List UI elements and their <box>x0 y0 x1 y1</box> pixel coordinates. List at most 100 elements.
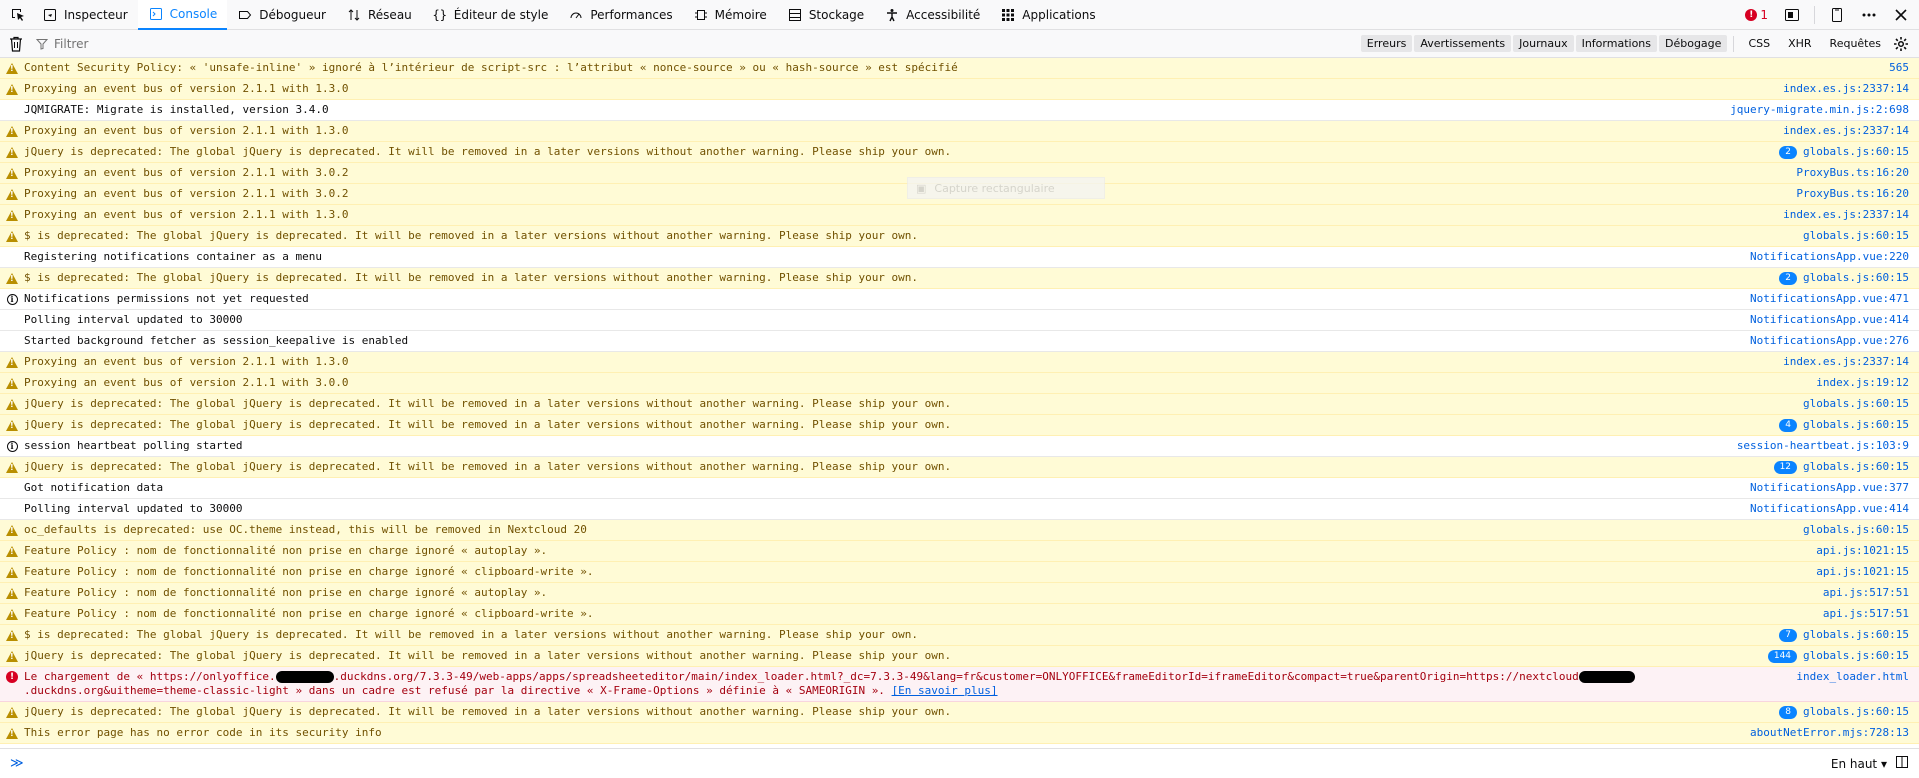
message-source-link[interactable]: index.es.js:2337:14 <box>1783 205 1909 225</box>
message-source-link[interactable]: NotificationsApp.vue:276 <box>1750 331 1909 351</box>
message-source-link[interactable]: globals.js:60:15 <box>1803 226 1909 246</box>
warning-icon <box>6 650 18 662</box>
tab-storage[interactable]: Stockage <box>777 0 874 30</box>
tab-debugger[interactable]: Débogueur <box>227 0 336 30</box>
warning-icon <box>6 188 18 200</box>
clear-console-icon[interactable] <box>4 32 28 56</box>
learn-more-link[interactable]: [En savoir plus] <box>892 684 998 697</box>
message-source-link[interactable]: ProxyBus.ts:16:20 <box>1796 184 1909 204</box>
message-source-link[interactable]: index_loader.html <box>1796 670 1909 684</box>
tab-inspector[interactable]: Inspecteur <box>32 0 138 30</box>
warning-icon <box>6 545 18 557</box>
tab-label: Console <box>169 6 218 21</box>
tab-performance[interactable]: Performances <box>558 0 682 30</box>
message-source-link[interactable]: globals.js:60:15 <box>1803 394 1909 414</box>
message-source-link[interactable]: NotificationsApp.vue:471 <box>1750 289 1909 309</box>
message-text: $ is deprecated: The global jQuery is de… <box>24 271 919 284</box>
split-console-icon[interactable] <box>1895 755 1909 772</box>
tab-label: Applications <box>1022 7 1096 22</box>
tab-style-editor[interactable]: {} Éditeur de style <box>422 0 559 30</box>
console-message: Proxying an event bus of version 2.1.1 w… <box>0 352 1919 373</box>
console-message: Proxying an event bus of version 2.1.1 w… <box>0 205 1919 226</box>
tab-applications[interactable]: Applications <box>990 0 1105 30</box>
repeat-count-badge: 7 <box>1779 628 1798 642</box>
message-text: jQuery is deprecated: The global jQuery … <box>24 705 952 718</box>
more-options-icon[interactable] <box>1855 1 1883 29</box>
tab-label: Éditeur de style <box>453 7 549 22</box>
message-source-link[interactable]: globals.js:60:15 <box>1803 415 1909 435</box>
message-source-link[interactable]: session-heartbeat.js:103:9 <box>1737 436 1909 456</box>
error-icon: ! <box>6 671 18 683</box>
console-message: Feature Policy : nom de fonctionnalité n… <box>0 562 1919 583</box>
message-source-link[interactable]: globals.js:60:15 <box>1803 268 1909 288</box>
message-text: Proxying an event bus of version 2.1.1 w… <box>24 166 349 179</box>
filter-toggle[interactable]: Requêtes <box>1824 35 1887 52</box>
warning-icon <box>6 62 18 74</box>
filter-button[interactable]: Informations <box>1575 35 1657 52</box>
warning-icon <box>6 461 18 473</box>
console-message: Registering notifications container as a… <box>0 247 1919 268</box>
message-source-link[interactable]: globals.js:60:15 <box>1803 142 1909 162</box>
tab-memory[interactable]: Mémoire <box>683 0 777 30</box>
tab-network[interactable]: Réseau <box>336 0 422 30</box>
console-message: Content Security Policy: « 'unsafe-inlin… <box>0 58 1919 79</box>
warning-icon <box>6 727 18 739</box>
repeat-count-badge: 8 <box>1779 705 1798 719</box>
warning-icon <box>6 524 18 536</box>
console-message: JQMIGRATE: Migrate is installed, version… <box>0 100 1919 121</box>
tab-accessibility[interactable]: Accessibilité <box>874 0 990 30</box>
message-source-link[interactable]: NotificationsApp.vue:414 <box>1750 499 1909 519</box>
console-icon <box>148 6 164 22</box>
settings-gear-icon[interactable] <box>1887 30 1915 58</box>
message-text: Feature Policy : nom de fonctionnalité n… <box>24 586 548 599</box>
tab-console[interactable]: Console <box>137 0 228 30</box>
message-source-link[interactable]: jquery-migrate.min.js:2:698 <box>1730 100 1909 120</box>
filter-toggle[interactable]: XHR <box>1782 35 1817 52</box>
message-source-link[interactable]: aboutNetError.mjs:728:13 <box>1750 723 1909 743</box>
message-text: Proxying an event bus of version 2.1.1 w… <box>24 208 349 221</box>
message-source-link[interactable]: index.es.js:2337:14 <box>1783 352 1909 372</box>
filter-field[interactable] <box>36 36 1359 51</box>
message-text: Proxying an event bus of version 2.1.1 w… <box>24 124 349 137</box>
message-text: Got notification data <box>24 481 164 494</box>
responsive-design-icon[interactable] <box>1778 1 1806 29</box>
capture-tooltip: ▣ Capture rectangulaire <box>907 177 1105 199</box>
repeat-count-badge: 2 <box>1779 271 1798 285</box>
filter-button[interactable]: Avertissements <box>1414 35 1512 52</box>
console-input-bar[interactable]: ≫ En haut ▾ <box>0 748 1919 778</box>
message-source-link[interactable]: api.js:517:51 <box>1823 604 1909 624</box>
message-source-link[interactable]: NotificationsApp.vue:414 <box>1750 310 1909 330</box>
dock-side-icon[interactable] <box>1823 1 1851 29</box>
pick-element-icon[interactable] <box>4 1 32 29</box>
filter-button[interactable]: Journaux <box>1513 35 1574 52</box>
filter-button[interactable]: Débogage <box>1659 35 1728 52</box>
message-source-link[interactable]: globals.js:60:15 <box>1803 520 1909 540</box>
close-icon[interactable] <box>1887 1 1915 29</box>
message-text: oc_defaults is deprecated: use OC.theme … <box>24 523 587 536</box>
message-source-link[interactable]: api.js:1021:15 <box>1816 541 1909 561</box>
message-source-link[interactable]: index.es.js:2337:14 <box>1783 121 1909 141</box>
position-select[interactable]: En haut ▾ <box>1831 757 1887 771</box>
filter-input[interactable] <box>54 36 654 51</box>
message-source-link[interactable]: api.js:1021:15 <box>1816 562 1909 582</box>
message-source-link[interactable]: globals.js:60:15 <box>1803 625 1909 645</box>
message-source-link[interactable]: index.js:19:12 <box>1816 373 1909 393</box>
message-source-link[interactable]: ProxyBus.ts:16:20 <box>1796 163 1909 183</box>
error-count[interactable]: ! 1 <box>1739 8 1774 22</box>
warning-icon <box>6 356 18 368</box>
warning-icon <box>6 398 18 410</box>
position-label: En haut <box>1830 756 1878 771</box>
warning-icon <box>6 419 18 431</box>
message-source-link[interactable]: index.es.js:2337:14 <box>1783 79 1909 99</box>
console-message: ! Le chargement de « https://onlyoffice..… <box>0 667 1919 702</box>
filter-button[interactable]: Erreurs <box>1360 35 1413 52</box>
console-message: jQuery is deprecated: The global jQuery … <box>0 457 1919 478</box>
message-source-link[interactable]: NotificationsApp.vue:377 <box>1750 478 1909 498</box>
message-source-link[interactable]: 565 <box>1889 58 1909 78</box>
message-source-link[interactable]: api.js:517:51 <box>1823 583 1909 603</box>
message-source-link[interactable]: NotificationsApp.vue:220 <box>1750 247 1909 267</box>
message-source-link[interactable]: globals.js:60:15 <box>1803 646 1909 666</box>
filter-toggle[interactable]: CSS <box>1742 35 1776 52</box>
message-source-link[interactable]: globals.js:60:15 <box>1803 457 1909 477</box>
message-source-link[interactable]: globals.js:60:15 <box>1803 702 1909 722</box>
